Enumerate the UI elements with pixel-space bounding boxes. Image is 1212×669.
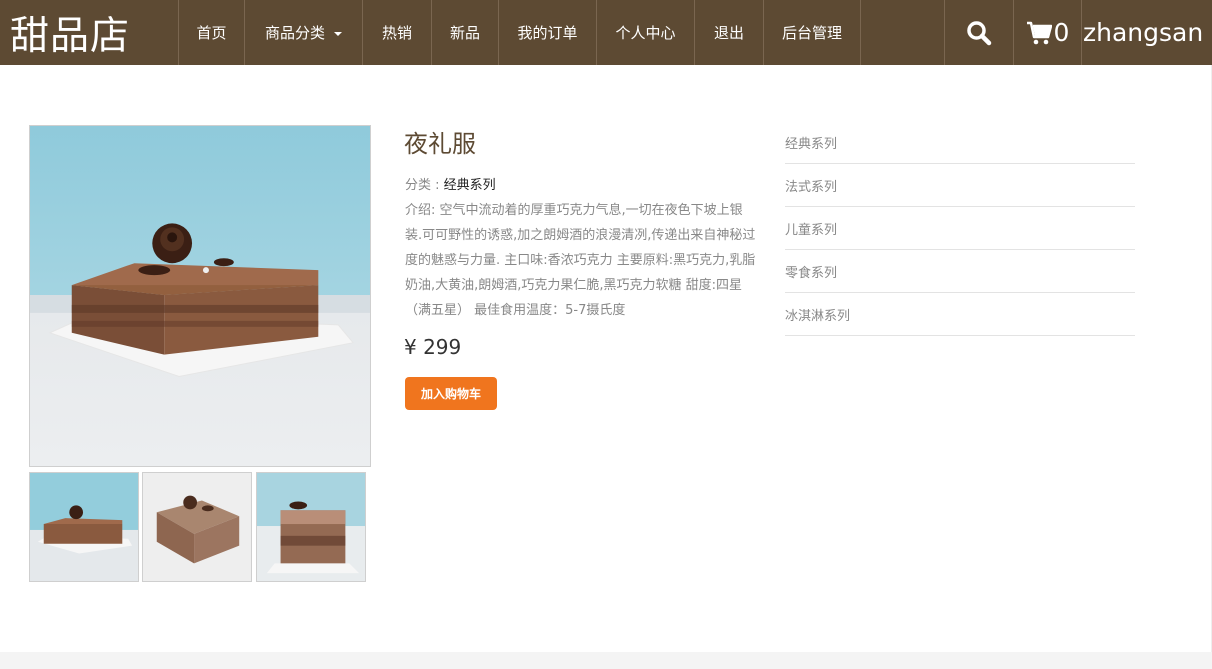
nav-hot[interactable]: 热销 xyxy=(363,0,432,65)
nav-admin[interactable]: 后台管理 xyxy=(764,0,861,65)
brand-logo[interactable]: 甜品店 xyxy=(0,0,179,65)
chevron-down-icon xyxy=(334,31,342,36)
thumbnail-photo-2 xyxy=(143,473,251,581)
product-price: ¥ 299 xyxy=(404,335,462,359)
nav-home[interactable]: 首页 xyxy=(179,0,245,65)
nav-category-dropdown[interactable]: 商品分类 xyxy=(245,0,363,65)
top-navbar: 甜品店 首页 商品分类 热销 新品 我的订单 个人中心 退出 后台管理 0 zh… xyxy=(0,0,1212,65)
nav-user-center-label: 个人中心 xyxy=(615,24,676,42)
sidebar-item-french[interactable]: 法式系列 xyxy=(785,164,1135,207)
thumbnail-photo-3 xyxy=(257,473,365,581)
product-thumbnail-2[interactable] xyxy=(142,472,252,582)
nav-user-center[interactable]: 个人中心 xyxy=(597,0,695,65)
cake-photo xyxy=(30,126,370,466)
nav-my-orders-label: 我的订单 xyxy=(517,24,578,42)
product-main-image[interactable] xyxy=(29,125,371,467)
sidebar-item-snacks[interactable]: 零食系列 xyxy=(785,250,1135,293)
sidebar-item-icecream[interactable]: 冰淇淋系列 xyxy=(785,293,1135,336)
sidebar-item-kids[interactable]: 儿童系列 xyxy=(785,207,1135,250)
category-link[interactable]: 经典系列 xyxy=(444,178,496,193)
product-category-line: 分类 : 经典系列 xyxy=(405,174,496,193)
thumbnail-photo-1 xyxy=(30,473,138,581)
cart-count: 0 xyxy=(1053,18,1070,47)
nav-hot-label: 热销 xyxy=(381,24,412,42)
cart-icon xyxy=(1026,21,1052,44)
nav-home-label: 首页 xyxy=(196,24,227,42)
sidebar-item-classic[interactable]: 经典系列 xyxy=(785,121,1135,164)
add-to-cart-button[interactable]: 加入购物车 xyxy=(405,377,497,410)
product-thumbnail-3[interactable] xyxy=(256,472,366,582)
nav-new-label: 新品 xyxy=(449,24,480,42)
username-link[interactable]: zhangsan xyxy=(1082,0,1212,65)
nav-logout[interactable]: 退出 xyxy=(695,0,764,65)
product-title: 夜礼服 xyxy=(404,130,476,158)
category-label: 分类 : xyxy=(405,178,444,193)
cart-button[interactable]: 0 xyxy=(1014,0,1082,65)
category-sidebar: 经典系列 法式系列 儿童系列 零食系列 冰淇淋系列 xyxy=(785,121,1135,336)
product-thumbnail-1[interactable] xyxy=(29,472,139,582)
search-button[interactable] xyxy=(945,0,1014,65)
nav-admin-label: 后台管理 xyxy=(781,24,842,42)
footer-strip xyxy=(0,652,1212,669)
nav-spacer xyxy=(861,0,945,65)
nav-logout-label: 退出 xyxy=(713,24,744,42)
nav-category-label: 商品分类 xyxy=(264,24,325,42)
product-description: 介绍: 空气中流动着的厚重巧克力气息,一切在夜色下坡上银装.可可野性的诱惑,加之… xyxy=(405,203,756,318)
nav-my-orders[interactable]: 我的订单 xyxy=(499,0,597,65)
search-icon xyxy=(967,20,992,45)
nav-new[interactable]: 新品 xyxy=(432,0,499,65)
